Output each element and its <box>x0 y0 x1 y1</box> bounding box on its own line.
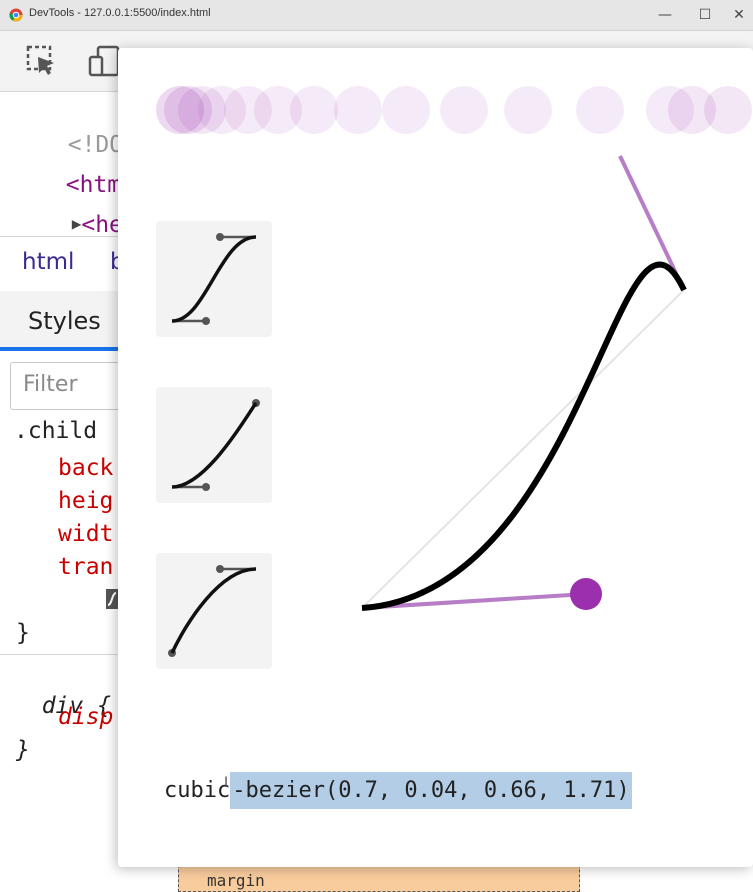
active-tab-indicator <box>0 347 118 351</box>
ease-in-curve-icon <box>171 399 260 491</box>
bezier-editor-popover: cubic-bezier(0.7, 0.04, 0.66, 1.71) I <box>118 48 753 867</box>
close-button[interactable]: ✕ <box>724 4 753 26</box>
minimize-button[interactable]: — <box>650 4 680 26</box>
property-width[interactable]: widt <box>58 521 113 547</box>
window-title: DevTools - 127.0.0.1:5500/index.html <box>29 7 211 19</box>
rule-close-brace: } <box>16 620 30 646</box>
device-toolbar-icon[interactable] <box>86 43 122 79</box>
easing-swatch-icon[interactable] <box>106 589 118 609</box>
rule-divider <box>0 654 118 655</box>
filter-placeholder: Filter <box>23 372 78 397</box>
chrome-logo-icon <box>9 8 23 22</box>
text-cursor-icon: I <box>224 775 229 791</box>
preset-ease-in[interactable] <box>156 387 272 503</box>
bezier-value-text[interactable]: cubic-bezier(0.7, 0.04, 0.66, 1.71) <box>164 772 632 809</box>
breadcrumb-html[interactable]: html <box>22 249 74 275</box>
rule-selector-child[interactable]: .child <box>14 418 97 444</box>
tab-styles[interactable]: Styles <box>28 307 101 335</box>
inspect-element-icon[interactable] <box>24 43 60 79</box>
maximize-button[interactable]: ☐ <box>690 4 720 26</box>
bezier-selection-highlight: -bezier(0.7, 0.04, 0.66, 1.71) <box>230 772 632 809</box>
property-background[interactable]: back <box>58 455 113 481</box>
ease-out-curve-icon <box>168 565 257 657</box>
property-display[interactable]: disp <box>58 704 113 730</box>
ease-in-out-curve-icon <box>171 233 257 325</box>
property-transition[interactable]: tran <box>58 554 113 580</box>
bezier-curve-path <box>361 261 687 611</box>
styles-filter-input[interactable]: Filter <box>10 362 120 410</box>
preset-ease-out[interactable] <box>156 553 272 669</box>
rule-close-brace-div: } <box>16 737 30 763</box>
preset-ease-in-out[interactable] <box>156 221 272 337</box>
bezier-curve-canvas[interactable] <box>338 138 738 698</box>
window-title-bar: DevTools - 127.0.0.1:5500/index.html — ☐… <box>0 0 753 31</box>
expand-arrow-icon[interactable]: ▶ <box>72 214 82 233</box>
property-height[interactable]: heig <box>58 488 113 514</box>
control-point-1-handle[interactable] <box>570 578 602 610</box>
margin-label: margin <box>207 871 265 890</box>
